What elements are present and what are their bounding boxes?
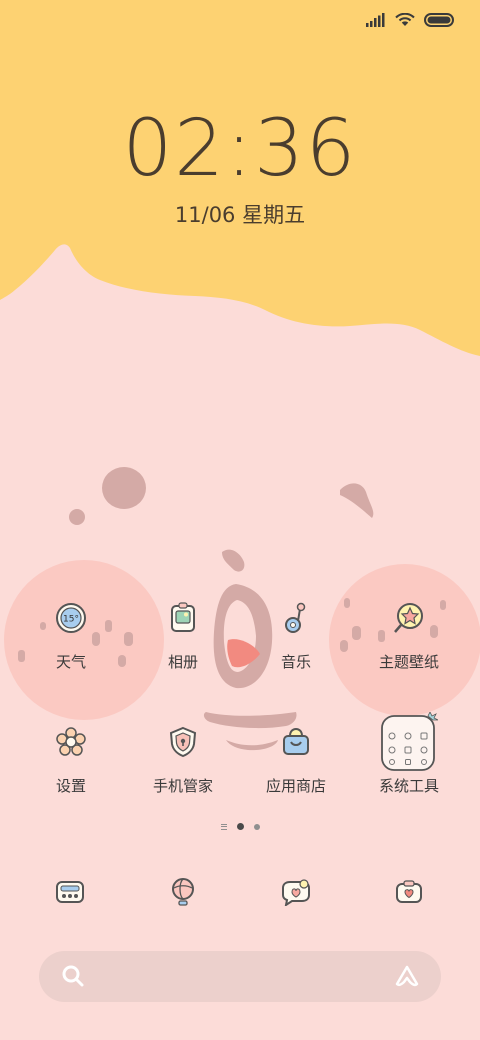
page-dot — [253, 823, 260, 830]
security-shield-icon — [154, 713, 212, 771]
page-indicator[interactable] — [0, 823, 480, 830]
settings-flower-icon — [42, 713, 100, 771]
app-store[interactable]: 应用商店 — [241, 713, 351, 795]
app-security[interactable]: 手机管家 — [128, 713, 238, 795]
gallery-icon — [154, 589, 212, 647]
dock-messages[interactable] — [267, 866, 325, 918]
app-label: 应用商店 — [265, 777, 326, 795]
system-tools-folder-icon — [380, 712, 438, 771]
page-dot-current — [236, 823, 244, 830]
app-store-bag-icon — [267, 713, 325, 771]
page-indicator-list-icon — [220, 823, 227, 830]
app-system-tools[interactable]: 系统工具 — [354, 712, 464, 795]
app-weather[interactable]: 15° 天气 — [16, 589, 126, 671]
search-bar[interactable] — [39, 951, 441, 1002]
wifi-icon — [395, 13, 415, 26]
app-gallery[interactable]: 相册 — [128, 589, 238, 671]
clock-time[interactable]: 02:36 — [0, 104, 480, 194]
app-label: 系统工具 — [378, 777, 439, 795]
weather-temp-badge: 15° — [63, 615, 79, 625]
app-label: 相册 — [167, 653, 198, 671]
dock-phone[interactable] — [41, 866, 99, 918]
messages-icon — [282, 879, 310, 906]
app-settings[interactable]: 设置 — [16, 713, 126, 795]
date-label[interactable]: 11/06 星期五 — [0, 199, 480, 229]
app-themes[interactable]: 主题壁纸 — [354, 589, 464, 671]
app-label: 手机管家 — [152, 777, 213, 795]
weather-icon: 15° — [42, 589, 100, 647]
status-bar — [366, 8, 454, 32]
app-label: 天气 — [55, 653, 86, 671]
music-icon — [267, 589, 325, 647]
home-screen: 02:36 11/06 星期五 15° 天气 相册 音乐 主题壁纸 设置 手机管… — [0, 0, 480, 1040]
app-music[interactable]: 音乐 — [241, 589, 351, 671]
assistant-icon[interactable] — [393, 964, 421, 988]
themes-icon — [380, 589, 438, 647]
search-icon[interactable] — [61, 964, 85, 988]
app-label: 主题壁纸 — [378, 653, 439, 671]
phone-dialer-icon — [56, 881, 84, 903]
camera-icon — [396, 880, 422, 903]
browser-globe-icon — [172, 878, 194, 906]
dock-browser[interactable] — [154, 866, 212, 918]
dock-camera[interactable] — [380, 866, 438, 918]
app-label: 音乐 — [280, 653, 311, 671]
battery-icon — [424, 13, 454, 27]
app-label: 设置 — [55, 777, 86, 795]
cellular-signal-icon — [366, 13, 385, 27]
